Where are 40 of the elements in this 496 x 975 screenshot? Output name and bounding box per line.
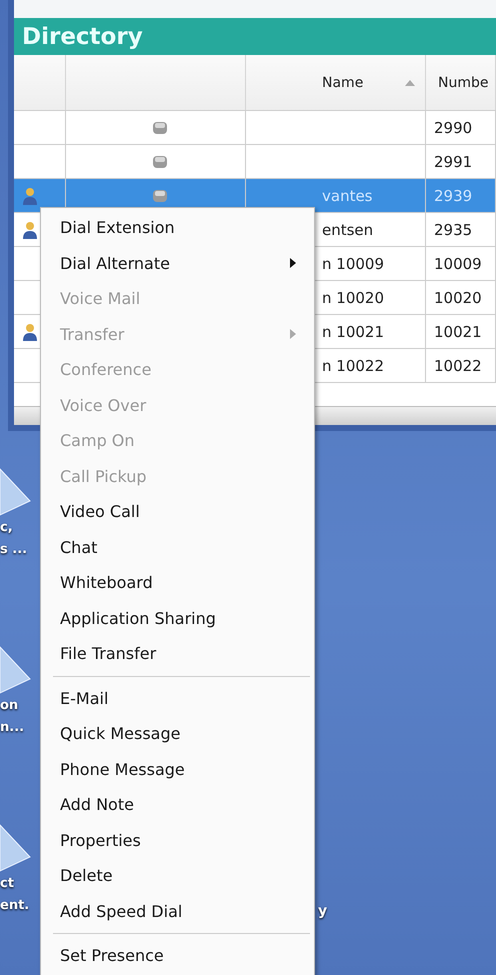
number-cell: 2939 <box>434 186 472 204</box>
number-cell: 2991 <box>434 152 472 170</box>
menu-item[interactable]: E-Mail <box>41 680 314 716</box>
desktop-icon-label[interactable]: ent. <box>0 895 36 917</box>
name-cell: n 10022 <box>322 356 384 374</box>
menu-item[interactable]: Dial Extension <box>41 210 314 246</box>
menu-item[interactable]: Set Presence <box>41 938 314 974</box>
column-header[interactable]: Numbe <box>426 55 496 110</box>
menu-item[interactable]: Properties <box>41 822 314 858</box>
desktop-icon-label[interactable]: ct <box>0 873 36 895</box>
desktop-icon-label[interactable]: on <box>0 695 36 717</box>
menu-item[interactable]: Add Speed Dial <box>41 894 314 929</box>
number-cell: 2990 <box>434 118 472 136</box>
menu-item[interactable]: Quick Message <box>41 716 314 752</box>
menu-item[interactable]: File Transfer <box>41 636 314 672</box>
column-header[interactable]: Name <box>246 55 426 110</box>
menu-item[interactable]: Add Note <box>41 787 314 822</box>
number-cell: 2935 <box>434 220 472 238</box>
menu-item[interactable]: Video Call <box>41 494 314 530</box>
menu-item[interactable]: Application Sharing <box>41 600 314 636</box>
number-cell: 10021 <box>434 322 482 340</box>
desktop-icon-label[interactable]: s ... <box>0 539 36 561</box>
menu-item[interactable]: Phone Message <box>41 752 314 787</box>
number-cell: 10022 <box>434 356 482 374</box>
name-cell: n 10021 <box>322 322 384 340</box>
name-cell: entsen <box>322 220 374 238</box>
name-cell: n 10009 <box>322 254 384 272</box>
name-cell: n 10020 <box>322 288 384 306</box>
desktop-icon-label[interactable]: n... <box>0 717 36 739</box>
menu-item[interactable]: Whiteboard <box>41 565 314 600</box>
table-row[interactable]: 2990 <box>14 111 496 145</box>
name-cell: vantes <box>322 186 373 204</box>
menu-item[interactable]: Dial Alternate <box>41 246 314 281</box>
number-cell: 10020 <box>434 288 482 306</box>
window-title: Directory <box>22 24 143 50</box>
number-cell: 10009 <box>434 254 482 272</box>
menu-item[interactable]: Chat <box>41 530 314 565</box>
menu-item[interactable]: Delete <box>41 858 314 894</box>
desktop-icon-label[interactable]: y <box>318 903 328 919</box>
desktop-icon-label[interactable]: c, <box>0 517 36 539</box>
